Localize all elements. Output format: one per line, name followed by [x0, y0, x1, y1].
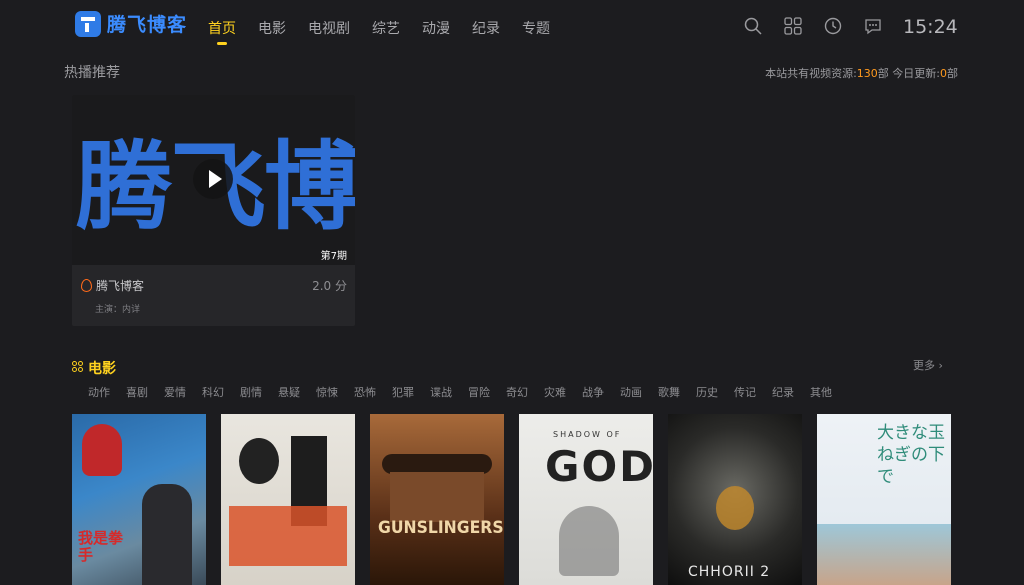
genre-item[interactable]: 爱情: [164, 384, 186, 400]
stats-unit2: 部: [947, 67, 958, 80]
stats-prefix: 本站共有视频资源:: [765, 67, 857, 80]
genre-item[interactable]: 冒险: [468, 384, 490, 400]
genre-item[interactable]: 剧情: [240, 384, 262, 400]
hot-card-title[interactable]: 腾飞博客: [96, 277, 144, 294]
top-bar: 腾飞博客 首页 电影 电视剧 综艺 动漫 纪录 专题 15:24: [0, 0, 1024, 56]
genre-item[interactable]: 动画: [620, 384, 642, 400]
nav-item-anime[interactable]: 动漫: [422, 18, 450, 38]
logo-icon: [75, 10, 101, 37]
search-icon[interactable]: [744, 17, 762, 35]
genre-item[interactable]: 战争: [582, 384, 604, 400]
punching-bag-graphic: [82, 424, 122, 476]
genre-item[interactable]: 犯罪: [392, 384, 414, 400]
genre-item[interactable]: 歌舞: [658, 384, 680, 400]
movie-poster[interactable]: 我是拳手: [72, 414, 206, 585]
movie-poster[interactable]: [221, 414, 355, 585]
stats-total: 130: [856, 67, 878, 80]
movie-poster[interactable]: 大きな玉ねぎの下で: [817, 414, 951, 585]
genre-item[interactable]: 灾难: [544, 384, 566, 400]
site-stats: 本站共有视频资源:130部 今日更新:0部: [765, 65, 958, 81]
genre-item[interactable]: 纪录: [772, 384, 794, 400]
red-accent-graphic: [229, 506, 347, 566]
genre-item[interactable]: 恐怖: [354, 384, 376, 400]
genre-item[interactable]: 喜剧: [126, 384, 148, 400]
top-icons: [744, 17, 904, 35]
nav-item-movies[interactable]: 电影: [258, 18, 286, 38]
hot-section-title: 热播推荐: [64, 65, 120, 81]
poster-title: 我是拳手: [78, 529, 124, 564]
nav-item-variety[interactable]: 综艺: [372, 18, 400, 38]
genre-item[interactable]: 悬疑: [278, 384, 300, 400]
faces-graphic: [390, 472, 484, 522]
genre-item[interactable]: 科幻: [202, 384, 224, 400]
hats-graphic: [382, 454, 492, 474]
glow-graphic: [716, 486, 754, 530]
genre-item[interactable]: 传记: [734, 384, 756, 400]
genre-item[interactable]: 奇幻: [506, 384, 528, 400]
genre-item[interactable]: 动作: [88, 384, 110, 400]
genre-item[interactable]: 谍战: [430, 384, 452, 400]
main-nav: 首页 电影 电视剧 综艺 动漫 纪录 专题: [208, 18, 572, 45]
face-graphic: [239, 438, 279, 484]
movie-poster[interactable]: GUNSLINGERS: [370, 414, 504, 585]
poster-row: 我是拳手 GUNSLINGERS SHADOW OF GOD CHHORII 2…: [72, 414, 966, 585]
hot-card[interactable]: 腾飞博 第7期 腾飞博客 2.0 分 主演：内详: [72, 95, 355, 326]
nav-item-home[interactable]: 首页: [208, 18, 236, 45]
poster-subtitle: SHADOW OF: [553, 430, 622, 439]
nav-item-topics[interactable]: 专题: [522, 18, 550, 38]
stats-unit1: 部 今日更新:: [877, 67, 940, 80]
poster-title: CHHORII 2: [688, 564, 771, 580]
episode-badge: 第7期: [320, 251, 347, 262]
nav-item-tv[interactable]: 电视剧: [308, 18, 350, 38]
history-icon[interactable]: [824, 17, 842, 35]
category-icon: [72, 361, 84, 373]
genre-item[interactable]: 惊悚: [316, 384, 338, 400]
fire-icon: [81, 279, 92, 292]
genre-list: 动作 喜剧 爱情 科幻 剧情 悬疑 惊悚 恐怖 犯罪 谍战 冒险 奇幻 灾难 战…: [88, 384, 848, 400]
play-icon[interactable]: [193, 159, 233, 199]
poster-title: 大きな玉ねぎの下で: [877, 423, 945, 487]
logo-text: 腾飞博客: [107, 14, 188, 36]
scene-graphic: [817, 524, 951, 585]
figure-graphic: [559, 506, 619, 576]
more-link[interactable]: 更多 ›: [913, 357, 943, 373]
boxer-graphic: [142, 484, 192, 585]
genre-item[interactable]: 其他: [810, 384, 832, 400]
clock: 15:24: [903, 16, 958, 38]
poster-title: GOD: [545, 442, 653, 491]
site-logo[interactable]: 腾飞博客: [75, 10, 187, 37]
message-icon[interactable]: [864, 17, 882, 35]
nav-item-documentary[interactable]: 纪录: [472, 18, 500, 38]
hot-card-score: 2.0 分: [312, 279, 347, 293]
movies-section-title: 电影: [88, 361, 116, 377]
hot-card-thumbnail[interactable]: 腾飞博 第7期: [72, 95, 355, 265]
poster-title: GUNSLINGERS: [378, 518, 504, 538]
hot-card-cast: 主演：内详: [95, 305, 141, 315]
movie-poster[interactable]: CHHORII 2: [668, 414, 802, 585]
grid-icon[interactable]: [784, 17, 802, 35]
movie-poster[interactable]: SHADOW OF GOD: [519, 414, 653, 585]
stats-today: 0: [940, 67, 947, 80]
genre-item[interactable]: 历史: [696, 384, 718, 400]
